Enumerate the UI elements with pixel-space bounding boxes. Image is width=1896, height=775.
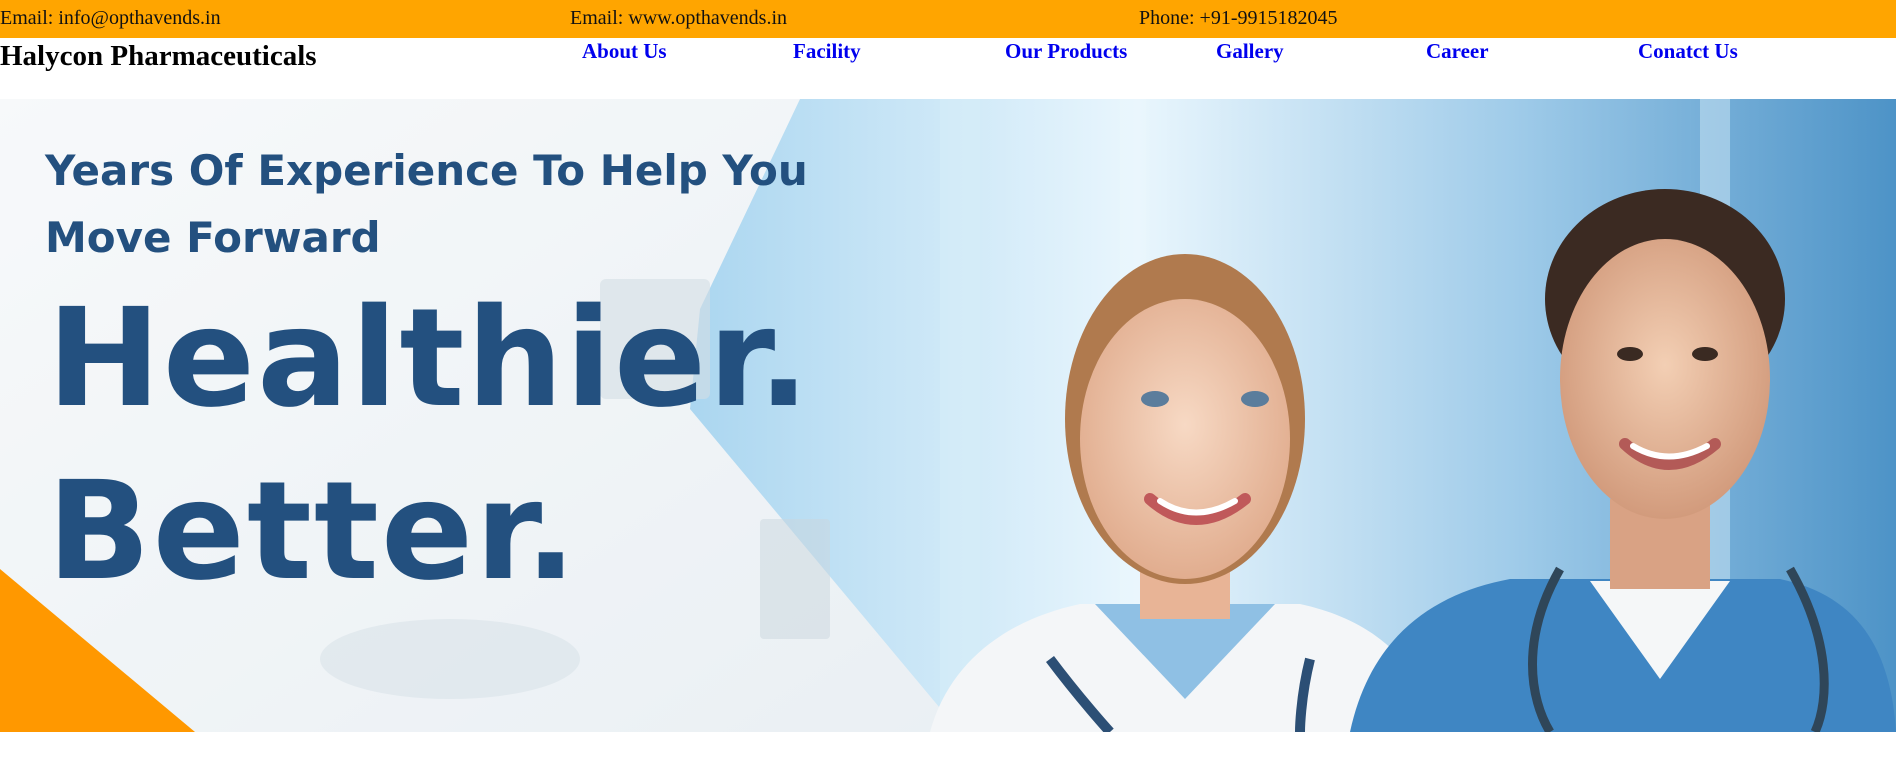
contact-email: Email: info@opthavends.in [0, 7, 221, 29]
nav-career[interactable]: Career [1426, 39, 1489, 64]
hero-banner: Years Of Experience To Help You Move For… [0, 99, 1896, 732]
hero-tagline-line2: Move Forward [45, 213, 381, 262]
nav-gallery[interactable]: Gallery [1216, 39, 1284, 64]
nav-about-us[interactable]: About Us [582, 39, 667, 64]
site-logo-title[interactable]: Halycon Pharmaceuticals [0, 40, 317, 73]
hero-tagline-line1: Years Of Experience To Help You [45, 146, 808, 195]
nav-contact-us[interactable]: Conatct Us [1638, 39, 1738, 64]
contact-bar: Email: info@opthavends.in Email: www.opt… [0, 0, 1896, 38]
contact-website: Email: www.opthavends.in [570, 7, 788, 29]
hero-headline-healthier: Healthier. [47, 280, 812, 438]
hero-headline-better: Better. [47, 453, 579, 611]
nav-our-products[interactable]: Our Products [1005, 39, 1127, 64]
nav-facility[interactable]: Facility [793, 39, 861, 64]
hero-tagline: Years Of Experience To Help You Move For… [45, 137, 808, 271]
contact-phone: Phone: +91-9915182045 [1139, 7, 1338, 29]
